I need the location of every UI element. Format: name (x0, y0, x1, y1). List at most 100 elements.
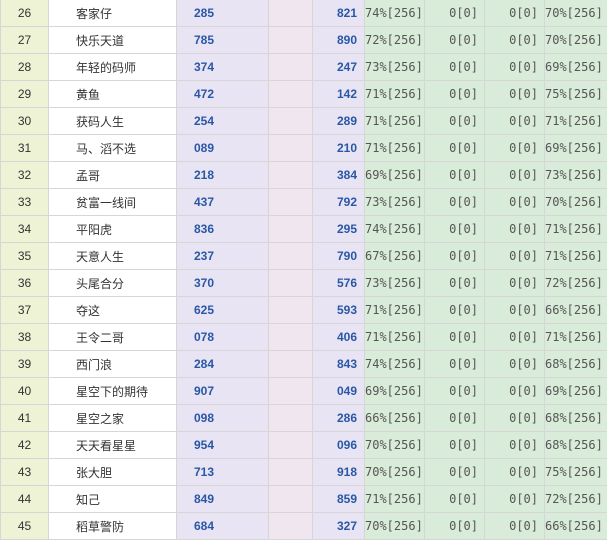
count-two: 0[0] (485, 54, 545, 81)
rate-one: 70%[256] (365, 513, 425, 540)
rate-one: 71%[256] (365, 108, 425, 135)
rate-two: 66%[256] (545, 513, 607, 540)
table-row: 32孟哥21838469%[256]0[0]0[0]73%[256] (1, 162, 607, 189)
row-number: 34 (1, 216, 49, 243)
count-one: 0[0] (425, 135, 485, 162)
table-row: 40星空下的期待90704969%[256]0[0]0[0]69%[256] (1, 378, 607, 405)
pick-one: 849 (177, 486, 269, 513)
count-two: 0[0] (485, 351, 545, 378)
rate-one: 69%[256] (365, 162, 425, 189)
table-row: 36头尾合分37057673%[256]0[0]0[0]72%[256] (1, 270, 607, 297)
table-row: 28年轻的码师37424773%[256]0[0]0[0]69%[256] (1, 54, 607, 81)
row-number: 36 (1, 270, 49, 297)
blank-cell (269, 324, 313, 351)
count-one: 0[0] (425, 216, 485, 243)
table-row: 45稻草警防68432770%[256]0[0]0[0]66%[256] (1, 513, 607, 540)
rate-one: 69%[256] (365, 378, 425, 405)
count-two: 0[0] (485, 243, 545, 270)
count-two: 0[0] (485, 189, 545, 216)
blank-cell (269, 27, 313, 54)
rate-one: 74%[256] (365, 216, 425, 243)
rate-one: 73%[256] (365, 270, 425, 297)
count-one: 0[0] (425, 27, 485, 54)
pick-one: 785 (177, 27, 269, 54)
count-one: 0[0] (425, 162, 485, 189)
table-row: 39西门浪28484374%[256]0[0]0[0]68%[256] (1, 351, 607, 378)
rate-one: 70%[256] (365, 459, 425, 486)
count-two: 0[0] (485, 486, 545, 513)
rate-one: 74%[256] (365, 0, 425, 27)
rate-two: 75%[256] (545, 459, 607, 486)
row-number: 37 (1, 297, 49, 324)
pick-one: 472 (177, 81, 269, 108)
row-number: 33 (1, 189, 49, 216)
blank-cell (269, 513, 313, 540)
pick-one: 954 (177, 432, 269, 459)
pick-two: 210 (313, 135, 365, 162)
rate-two: 70%[256] (545, 27, 607, 54)
pick-one: 907 (177, 378, 269, 405)
count-one: 0[0] (425, 324, 485, 351)
table-row: 29黄鱼47214271%[256]0[0]0[0]75%[256] (1, 81, 607, 108)
pick-one: 370 (177, 270, 269, 297)
count-two: 0[0] (485, 405, 545, 432)
count-one: 0[0] (425, 54, 485, 81)
count-two: 0[0] (485, 324, 545, 351)
rate-two: 68%[256] (545, 351, 607, 378)
count-two: 0[0] (485, 378, 545, 405)
count-one: 0[0] (425, 189, 485, 216)
pick-two: 286 (313, 405, 365, 432)
count-one: 0[0] (425, 81, 485, 108)
rate-two: 68%[256] (545, 405, 607, 432)
player-name: 稻草警防 (49, 513, 177, 540)
count-two: 0[0] (485, 459, 545, 486)
count-one: 0[0] (425, 459, 485, 486)
table-row: 26客家仔28582174%[256]0[0]0[0]70%[256] (1, 0, 607, 27)
rate-two: 73%[256] (545, 162, 607, 189)
results-table: 26客家仔28582174%[256]0[0]0[0]70%[256]27快乐天… (0, 0, 607, 540)
player-name: 夺这 (49, 297, 177, 324)
row-number: 42 (1, 432, 49, 459)
player-name: 马、滔不选 (49, 135, 177, 162)
table-row: 34平阳虎83629574%[256]0[0]0[0]71%[256] (1, 216, 607, 243)
row-number: 29 (1, 81, 49, 108)
row-number: 31 (1, 135, 49, 162)
count-two: 0[0] (485, 270, 545, 297)
pick-one: 078 (177, 324, 269, 351)
pick-one: 089 (177, 135, 269, 162)
rate-one: 71%[256] (365, 135, 425, 162)
pick-one: 374 (177, 54, 269, 81)
count-one: 0[0] (425, 108, 485, 135)
count-two: 0[0] (485, 513, 545, 540)
pick-one: 285 (177, 0, 269, 27)
row-number: 28 (1, 54, 49, 81)
player-name: 孟哥 (49, 162, 177, 189)
player-name: 天意人生 (49, 243, 177, 270)
blank-cell (269, 270, 313, 297)
count-two: 0[0] (485, 297, 545, 324)
rate-one: 73%[256] (365, 54, 425, 81)
pick-one: 836 (177, 216, 269, 243)
table-row: 42天天看星星95409670%[256]0[0]0[0]68%[256] (1, 432, 607, 459)
count-one: 0[0] (425, 243, 485, 270)
rate-two: 71%[256] (545, 243, 607, 270)
count-two: 0[0] (485, 135, 545, 162)
count-one: 0[0] (425, 513, 485, 540)
rate-one: 71%[256] (365, 486, 425, 513)
table-row: 35天意人生23779067%[256]0[0]0[0]71%[256] (1, 243, 607, 270)
rate-two: 66%[256] (545, 297, 607, 324)
row-number: 30 (1, 108, 49, 135)
pick-two: 790 (313, 243, 365, 270)
player-name: 张大胆 (49, 459, 177, 486)
pick-two: 859 (313, 486, 365, 513)
player-name: 头尾合分 (49, 270, 177, 297)
table-row: 31马、滔不选08921071%[256]0[0]0[0]69%[256] (1, 135, 607, 162)
row-number: 26 (1, 0, 49, 27)
row-number: 45 (1, 513, 49, 540)
count-one: 0[0] (425, 378, 485, 405)
pick-two: 843 (313, 351, 365, 378)
row-number: 40 (1, 378, 49, 405)
count-two: 0[0] (485, 0, 545, 27)
blank-cell (269, 351, 313, 378)
count-two: 0[0] (485, 81, 545, 108)
